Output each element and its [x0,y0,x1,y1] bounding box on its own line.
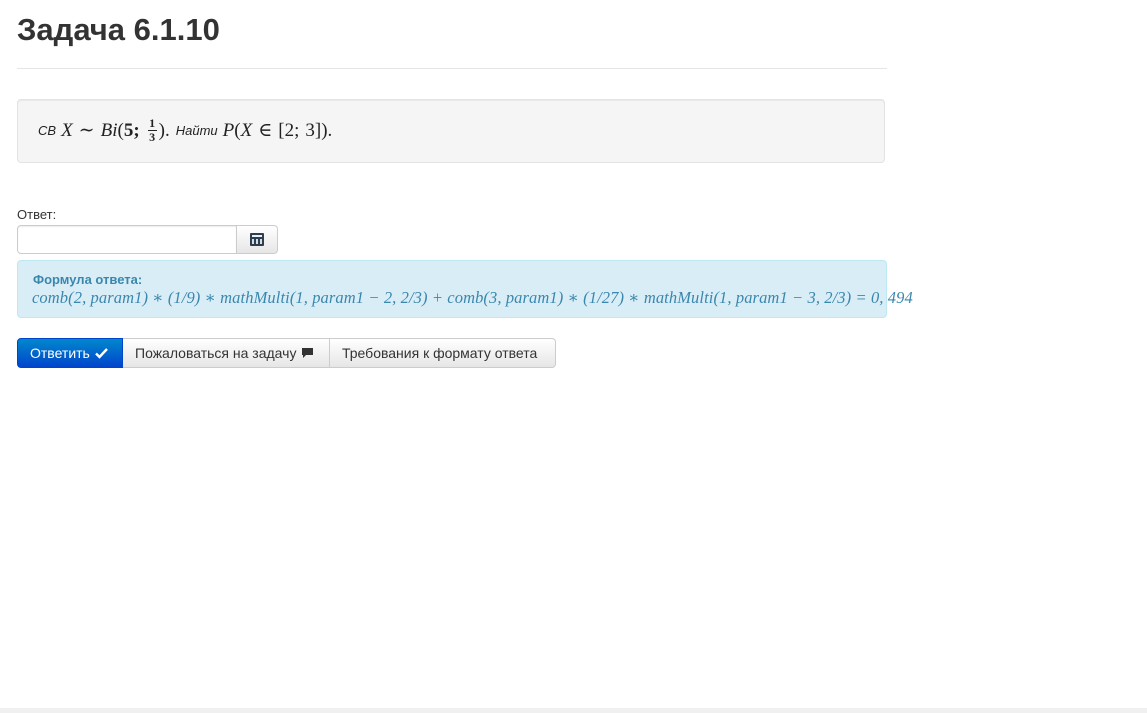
formula-text: comb(2, param1) ∗ (1/9) ∗ mathMulti(1, p… [32,288,913,307]
format-label: Требования к формату ответа [342,345,538,361]
comment-icon [302,348,314,358]
formula-label: Формула ответа: [33,272,143,287]
check-icon [94,348,108,359]
page-title: Задача 6.1.10 [17,12,220,47]
action-buttons: Ответить Пожаловаться на задачу Требован… [17,338,556,368]
problem-text: СВ X ∼ Bi ( 5; 13 ). Найти P ( X ∈ [2; 3… [38,116,333,144]
answer-input-group [17,225,278,254]
math-fraction: 13 [147,116,157,144]
answer-label: Ответ: [17,207,57,222]
title-divider [17,68,887,69]
math-sim: ∼ [78,120,95,141]
formula-alert: Формула ответа: comb(2, param1) ∗ (1/9) … [17,260,913,318]
answer-input[interactable] [17,225,237,254]
problem-prefix: СВ [38,123,57,138]
submit-label: Ответить [30,345,90,361]
bottom-bar [0,708,1147,713]
problem-find-word: Найти [175,123,218,138]
submit-button[interactable]: Ответить [17,338,123,368]
problem-statement: СВ X ∼ Bi ( 5; 13 ). Найти P ( X ∈ [2; 3… [17,99,885,163]
calculator-icon [250,233,264,246]
math-var-x: X [61,119,73,141]
math-bi: Bi [100,119,118,141]
complain-label: Пожаловаться на задачу [135,345,297,361]
page: Задача 6.1.10 СВ X ∼ Bi ( 5; 13 ). Найти… [0,0,1147,713]
complain-button[interactable]: Пожаловаться на задачу [123,338,330,368]
calculator-button[interactable] [237,225,278,254]
format-requirements-button[interactable]: Требования к формату ответа [330,338,556,368]
